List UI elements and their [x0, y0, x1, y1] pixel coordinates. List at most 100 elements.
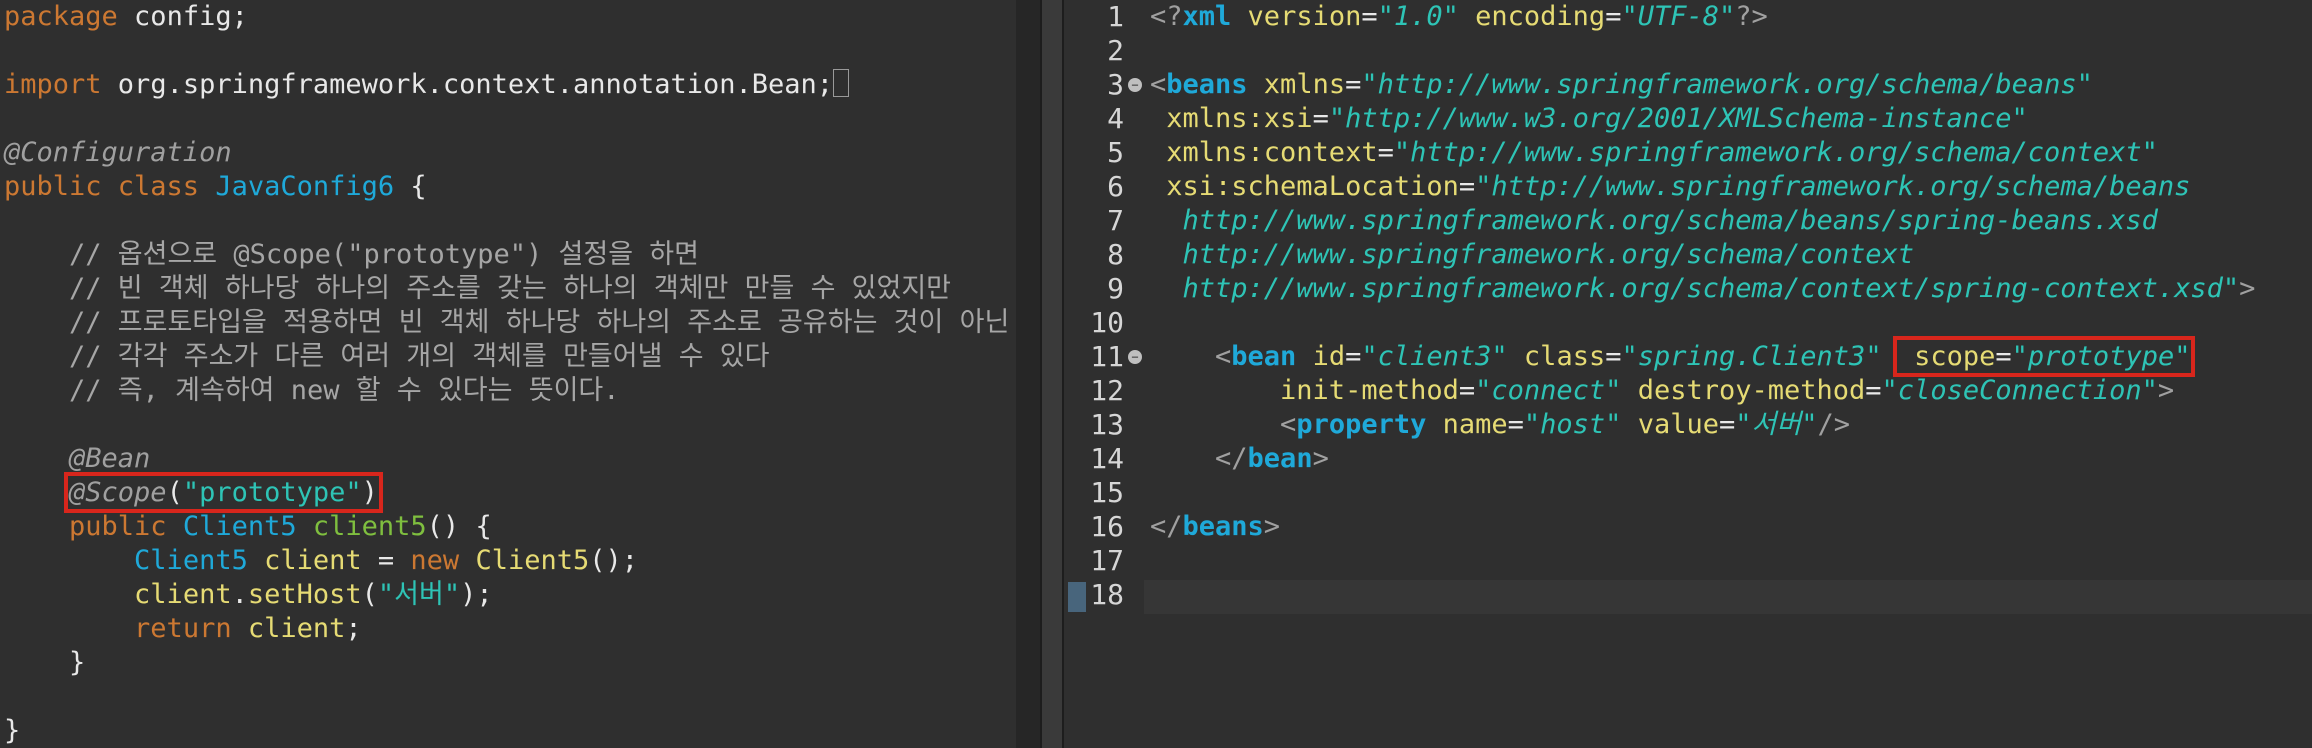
left-code-line: }	[4, 714, 20, 748]
code-token: =	[1312, 103, 1329, 134]
fold-toggle-icon[interactable]: −	[1128, 350, 1142, 364]
right-code-line: </beans>	[1150, 510, 1280, 544]
right-code-line: xsi:schemaLocation="http://www.springfra…	[1150, 170, 2190, 204]
line-number: 14	[1090, 442, 1124, 475]
code-token: scope	[1897, 341, 1996, 372]
code-token: destroy-method	[1621, 375, 1866, 406]
code-token: <	[1150, 341, 1232, 372]
java-editor-scrollbar[interactable]	[1016, 0, 1040, 748]
code-token: xml	[1182, 1, 1232, 32]
code-token: init-method	[1150, 375, 1459, 406]
code-token: () {	[426, 511, 492, 542]
code-token: "connect"	[1475, 375, 1622, 406]
line-number: 11	[1090, 340, 1124, 373]
code-token: client	[134, 579, 232, 610]
code-token: "1.0"	[1377, 1, 1459, 32]
code-token: new	[410, 545, 476, 576]
code-token: version	[1231, 1, 1362, 32]
code-token: "client3"	[1361, 341, 1508, 372]
code-token: =	[1507, 409, 1524, 440]
code-token: }	[4, 647, 86, 678]
code-token: "prototype"	[2011, 341, 2191, 372]
code-token: "host"	[1523, 409, 1622, 440]
code-token: "UTF-8"	[1621, 1, 1736, 32]
line-number: 17	[1090, 544, 1124, 577]
line-number: 12	[1090, 374, 1124, 407]
code-token: "서버"	[1735, 409, 1818, 440]
code-token: =	[1377, 137, 1394, 168]
code-token: xmlns:context	[1150, 137, 1378, 168]
line-number: 13	[1090, 408, 1124, 441]
line-number: 16	[1090, 510, 1124, 543]
code-token: bean	[1247, 443, 1313, 474]
code-token: beans	[1182, 511, 1264, 542]
code-token: "closeConnection"	[1881, 375, 2158, 406]
code-token: @Scope	[69, 477, 167, 508]
code-token: <	[1150, 69, 1167, 100]
left-code-line: @Configuration	[4, 136, 232, 170]
folded-import-marker[interactable]	[833, 69, 850, 97]
line-number: 15	[1090, 476, 1124, 509]
code-token: beans	[1166, 69, 1248, 100]
code-token: <	[1150, 409, 1297, 440]
code-token: // 즉, 계속하여 new 할 수 있다는 뜻이다.	[4, 375, 620, 406]
code-token: package	[4, 1, 118, 32]
code-token: client	[264, 545, 362, 576]
code-token: =	[1995, 341, 2012, 372]
code-token: =	[1605, 1, 1622, 32]
code-token: ?>	[1735, 1, 1768, 32]
code-token: ();	[589, 545, 639, 576]
code-token: =	[361, 545, 411, 576]
code-token: http://www.springframework.org/schema/be…	[1150, 205, 2158, 236]
code-token: ;	[345, 613, 362, 644]
code-token: Client5	[475, 545, 590, 576]
left-code-line: import org.springframework.context.annot…	[4, 68, 850, 102]
left-code-line: package config;	[4, 0, 248, 34]
xml-editor-pane[interactable]: 1 2 3 4 5 6 7 8 9 10 11 12 13 14 15 16 17 18− − <?xml vers…	[1064, 0, 2312, 748]
left-code-line: // 각각 주소가 다른 여러 개의 객체를 만들어낼 수 있다	[4, 340, 769, 374]
left-code-line: }	[4, 646, 85, 680]
line-number: 4	[1107, 102, 1124, 135]
code-token: xsi:schemaLocation	[1150, 171, 1459, 202]
right-code-line: http://www.springframework.org/schema/co…	[1150, 238, 1915, 272]
code-token: "http://www.w3.org/2001/XMLSchema-instan…	[1328, 103, 2028, 134]
code-token: "spring.Client3"	[1621, 341, 1882, 372]
code-token: // 빈 객체 하나당 하나의 주소를 갖는 하나의 객체만 만들 수 있었지만	[4, 273, 952, 304]
code-token: >	[2239, 273, 2256, 304]
right-code-line: <property name="host" value="서버"/>	[1150, 408, 1850, 442]
code-token: // 프로토타입을 적용하면 빈 객체 하나당 하나의 주소로 공유하는 것이 …	[4, 307, 1010, 338]
code-token: org.springframework.context.annotation.B…	[101, 69, 834, 100]
code-token: value	[1621, 409, 1719, 440]
code-token: </	[1150, 511, 1183, 542]
line-number-gutter: 1 2 3 4 5 6 7 8 9 10 11 12 13 14 15 16 17 18− −	[1064, 0, 1144, 748]
code-token: // 각각 주소가 다른 여러 개의 객체를 만들어낼 수 있다	[4, 341, 770, 372]
code-token: return	[134, 613, 248, 644]
left-code-line: client.setHost("서버");	[4, 578, 493, 612]
code-token: >	[2157, 375, 2175, 406]
line-number: 10	[1090, 306, 1124, 339]
fold-toggle-icon[interactable]: −	[1128, 78, 1142, 92]
code-token: Client5	[134, 545, 265, 576]
left-code-line: public Client5 client5() {	[4, 510, 492, 544]
code-token: );	[460, 579, 493, 610]
right-code-line: init-method="connect" destroy-method="cl…	[1150, 374, 2174, 408]
code-token: class	[1507, 341, 1606, 372]
code-token: config;	[117, 1, 248, 32]
code-token: "http://www.springframework.org/schema/b…	[1361, 69, 2093, 100]
line-number: 6	[1107, 170, 1124, 203]
right-code-line: </bean>	[1150, 442, 1329, 476]
code-token: client	[247, 613, 346, 644]
code-token: =	[1865, 375, 1882, 406]
right-code-line: <bean id="client3" class="spring.Client3…	[1150, 336, 2196, 377]
line-number: 9	[1107, 272, 1124, 305]
java-editor-pane[interactable]: package config; import org.springframewor…	[0, 0, 1016, 748]
split-pane-divider[interactable]	[1040, 0, 1064, 748]
code-token: .	[231, 579, 248, 610]
left-code-line: @Scope("prototype")	[4, 472, 383, 513]
code-token: import	[4, 69, 102, 100]
code-token: </	[1150, 443, 1248, 474]
code-token: (	[361, 579, 378, 610]
code-token: name	[1426, 409, 1508, 440]
left-code-line: public class JavaConfig6 {	[4, 170, 427, 204]
